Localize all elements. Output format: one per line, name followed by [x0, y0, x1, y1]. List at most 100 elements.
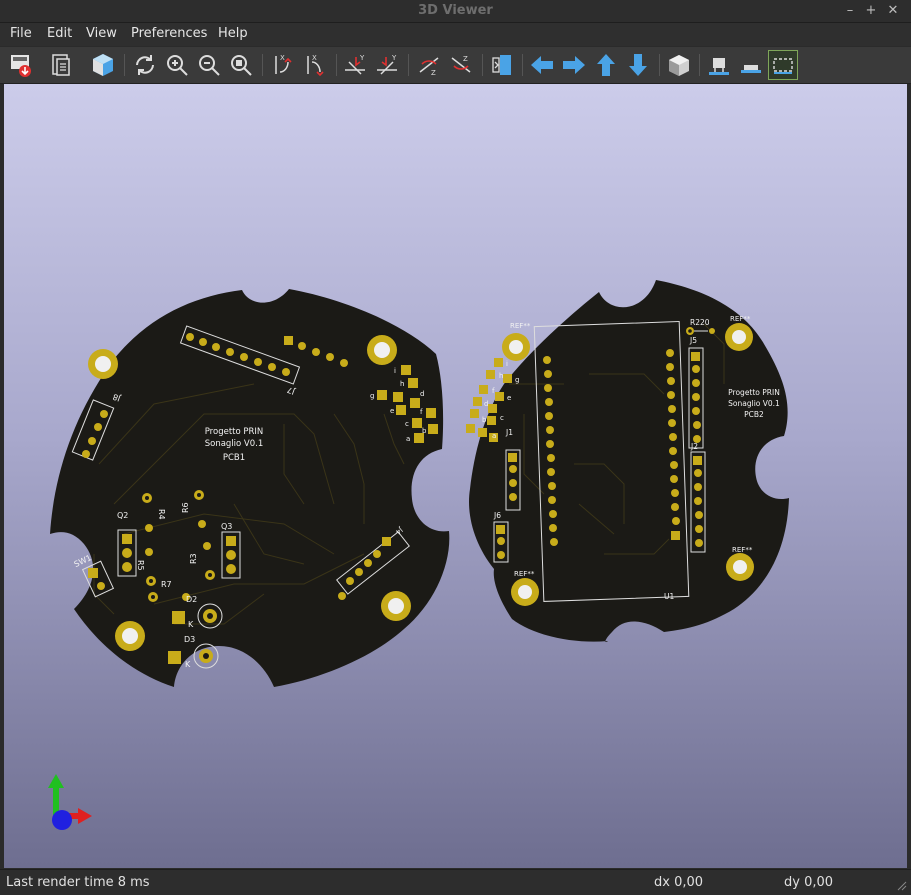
rotate-y-cw-icon: Y	[345, 54, 365, 75]
export-image-icon	[11, 55, 31, 77]
pcb1-pin-g: g	[370, 392, 374, 400]
close-button[interactable]: ✕	[884, 2, 902, 20]
pcb2-pin-f: f	[492, 387, 495, 395]
rotate-z-ccw-button[interactable]: Z	[446, 50, 476, 80]
pcb2-pin-i: i	[506, 360, 508, 368]
board-pcb2: Progetto PRIN Sonaglio V0.1 PCB2 R220 J5…	[466, 280, 789, 642]
pcb2-ref-ref1: REF**	[730, 315, 751, 323]
reload-icon	[136, 55, 154, 75]
window-title: 3D Viewer	[418, 3, 493, 18]
export-image-button[interactable]	[6, 50, 36, 80]
show-bbox-button[interactable]	[768, 50, 798, 80]
toolbar-separator	[336, 54, 337, 76]
render-time-status: Last render time 8 ms	[6, 875, 150, 890]
rotate-z-ccw-icon: Z	[451, 55, 471, 73]
pcb2-pin-c: c	[500, 414, 504, 422]
zoom-in-button[interactable]	[162, 50, 192, 80]
pcb1-pin-i: i	[394, 367, 396, 375]
pcb1-ref-r4: R4	[157, 509, 166, 520]
zoom-fit-icon	[231, 55, 252, 76]
rotate-x-cw-button[interactable]: X	[268, 50, 298, 80]
pcb1-title-line3: PCB1	[223, 453, 245, 463]
move-down-button[interactable]	[623, 50, 653, 80]
pcb2-ref-j5: J5	[689, 336, 697, 345]
svg-text:X: X	[280, 54, 285, 62]
pcb1-pin-c: c	[405, 420, 409, 428]
svg-text:Y: Y	[391, 54, 397, 62]
ortho-view-button[interactable]	[664, 50, 694, 80]
move-right-icon	[563, 56, 585, 74]
pcb2-ref-r220: R220	[690, 318, 710, 327]
rotate-y-cw-button[interactable]: Y	[340, 50, 370, 80]
move-left-icon	[531, 56, 553, 74]
pcb2-pin-b: b	[482, 416, 487, 424]
ortho-view-icon	[669, 55, 689, 76]
move-up-button[interactable]	[591, 50, 621, 80]
rotate-x-ccw-button[interactable]: X	[300, 50, 330, 80]
rotate-y-ccw-button[interactable]: Y	[372, 50, 402, 80]
pcb2-pin-e: e	[507, 394, 511, 402]
move-right-button[interactable]	[559, 50, 589, 80]
zoom-out-icon	[199, 55, 220, 76]
rotate-z-cw-button[interactable]: Z	[414, 50, 444, 80]
move-up-icon	[597, 54, 615, 76]
copy-clipboard-button[interactable]	[46, 50, 76, 80]
toolbar-separator	[522, 54, 523, 76]
show-smd-button[interactable]	[736, 50, 766, 80]
rotate-z-cw-icon: Z	[419, 57, 439, 77]
show-footprints-button[interactable]	[704, 50, 734, 80]
reload-button[interactable]	[130, 50, 160, 80]
pcb1-ref-k1: K	[188, 620, 194, 629]
resize-grip-icon[interactable]	[897, 881, 907, 891]
pcb2-ref-j6: J6	[493, 511, 501, 520]
menu-view[interactable]: View	[86, 26, 117, 44]
svg-text:X: X	[312, 54, 317, 62]
pcb1-ref-k2: K	[185, 660, 191, 669]
axis-gizmo	[48, 774, 92, 830]
axis-z-icon	[52, 810, 72, 830]
dy-status: dy 0,00	[784, 875, 834, 890]
pcb1-ref-r5: R5	[136, 560, 145, 571]
toolbar-separator	[124, 54, 125, 76]
flip-board-button[interactable]	[487, 50, 517, 80]
dx-status: dx 0,00	[654, 875, 704, 890]
rotate-y-ccw-icon: Y	[377, 54, 397, 75]
menu-file[interactable]: File	[10, 26, 32, 44]
svg-text:Z: Z	[431, 69, 436, 77]
menu-bar: File Edit View Preferences Help	[0, 23, 911, 46]
menu-help[interactable]: Help	[218, 26, 248, 44]
pcb2-title-line1: Progetto PRIN	[728, 388, 780, 397]
toolbar-separator	[482, 54, 483, 76]
pcb1-ref-r6: R6	[181, 502, 190, 513]
pcb2-ref-ref2: REF**	[510, 322, 531, 330]
move-left-button[interactable]	[527, 50, 557, 80]
pcb1-pin-d: d	[420, 390, 424, 398]
toolbar-separator	[659, 54, 660, 76]
3d-viewport[interactable]: Progetto PRIN Sonaglio V0.1 PCB1 J8 J7 R…	[4, 84, 907, 868]
pcb1-ref-d3: D3	[184, 635, 195, 644]
show-bbox-icon	[773, 58, 793, 74]
rotate-x-cw-icon: X	[275, 54, 292, 74]
menu-preferences[interactable]: Preferences	[131, 26, 207, 44]
maximize-button[interactable]: +	[862, 2, 880, 20]
move-down-icon	[629, 54, 647, 76]
zoom-fit-button[interactable]	[226, 50, 256, 80]
pcb2-pin-d: d	[484, 400, 488, 408]
toolbar-separator	[408, 54, 409, 76]
pcb2-title-line3: PCB2	[744, 410, 764, 419]
pcb1-pin-h: h	[400, 380, 404, 388]
menu-edit[interactable]: Edit	[47, 26, 72, 44]
pcb1-ref-q2: Q2	[117, 511, 128, 520]
toolbar-separator	[262, 54, 263, 76]
svg-text:Z: Z	[463, 55, 468, 63]
axis-y-arrow-icon	[48, 774, 64, 788]
zoom-out-button[interactable]	[194, 50, 224, 80]
pcb-scene: Progetto PRIN Sonaglio V0.1 PCB1 J8 J7 R…	[48, 280, 789, 830]
pcb2-ref-u1: U1	[664, 592, 674, 601]
pcb1-ref-d2: D2	[186, 595, 197, 604]
pcb2-pin-a: a	[492, 432, 496, 440]
render-options-button[interactable]	[88, 50, 118, 80]
pcb1-pin-e: e	[390, 407, 394, 415]
zoom-in-icon	[167, 55, 188, 76]
minimize-button[interactable]: –	[841, 2, 859, 20]
